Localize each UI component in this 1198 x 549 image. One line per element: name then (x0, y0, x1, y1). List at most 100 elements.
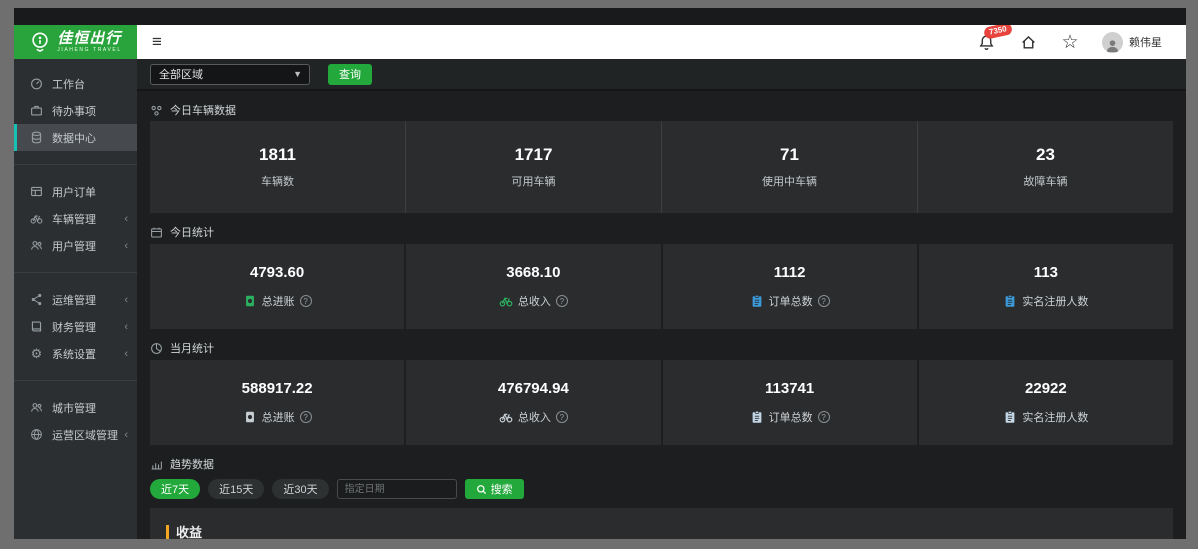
notification-badge: 7350 (983, 25, 1013, 40)
card-label: 订单总数 (768, 296, 813, 308)
help-icon[interactable]: ? (299, 411, 312, 423)
card-value: 113 (1033, 264, 1058, 281)
clipboard-icon (750, 294, 764, 308)
sidebar-item-finance-mgmt[interactable]: 财务管理 ‹ (14, 313, 137, 340)
range-button-30d[interactable]: 近30天 (272, 479, 329, 499)
sidebar-item-workbench[interactable]: 工作台 (14, 70, 137, 97)
help-icon[interactable]: ? (817, 411, 830, 423)
book-icon (30, 320, 43, 333)
gear-icon: ⚙ (30, 345, 43, 361)
sidebar: 工作台 待办事项 数据中心 用户订单 车辆管理 ‹ 用户管理 ‹ 运维管理 ‹ … (14, 59, 137, 539)
nodes-icon (150, 104, 163, 117)
bicycle-icon (499, 410, 513, 424)
home-button[interactable] (1018, 32, 1038, 52)
stat-card-month-registered: 22922 实名注册人数 (918, 360, 1173, 445)
notifications-button[interactable]: 7350 (976, 25, 1013, 52)
stat-value: 23 (1036, 145, 1055, 164)
help-icon[interactable]: ? (817, 295, 830, 307)
section-title: 今日统计 (170, 227, 214, 239)
dashboard-content: 今日车辆数据 1811 车辆数 1717 可用车辆 71 使用中车辆 23 故障… (137, 100, 1186, 539)
sidebar-item-data-center[interactable]: 数据中心 (14, 124, 137, 151)
trend-chart-icon (150, 458, 163, 471)
favorites-button[interactable]: ☆ (1060, 32, 1080, 52)
person-icon (1106, 39, 1119, 52)
region-select[interactable]: 全部区域 ▼ (150, 63, 310, 85)
sidebar-item-region-mgmt[interactable]: 运营区域管理 ‹ (14, 421, 137, 448)
briefcase-icon (30, 104, 43, 117)
chevron-left-icon: ‹ (124, 428, 128, 441)
username: 赖伟星 (1129, 37, 1162, 49)
sidebar-item-label: 运维管理 (52, 294, 96, 307)
card-label: 总收入 (517, 412, 551, 424)
section-title: 今日车辆数据 (170, 105, 236, 117)
table-icon (30, 185, 43, 198)
card-value: 1112 (773, 264, 806, 281)
stat-vehicle-in-use: 71 使用中车辆 (662, 121, 918, 213)
browser-window: 佳恒出行 JIAHENG TRAVEL ≡ 7350 ☆ 赖伟星 工作台 待办事… (0, 0, 1198, 549)
brand-subtitle: JIAHENG TRAVEL (57, 47, 122, 53)
topbar: 佳恒出行 JIAHENG TRAVEL ≡ 7350 ☆ 赖伟星 (14, 25, 1186, 59)
query-button[interactable]: 查询 (328, 63, 372, 85)
card-value: 113741 (765, 380, 815, 397)
sidebar-item-user-orders[interactable]: 用户订单 (14, 178, 137, 205)
earnings-title-row: 收益 (166, 522, 1157, 539)
date-input[interactable] (336, 479, 457, 499)
main-content: 全部区域 ▼ 查询 今日车辆数据 1811 车辆数 1717 可用车辆 71 使… (137, 59, 1186, 539)
earnings-title: 收益 (176, 525, 203, 539)
sidebar-item-label: 财务管理 (52, 321, 96, 334)
stat-label: 使用中车辆 (762, 176, 817, 188)
sidebar-item-todo[interactable]: 待办事项 (14, 97, 137, 124)
search-button[interactable]: 搜索 (464, 479, 524, 499)
sidebar-item-label: 城市管理 (52, 402, 96, 415)
sidebar-item-label: 数据中心 (52, 132, 96, 145)
section-title: 当月统计 (170, 343, 214, 355)
sidebar-item-system-settings[interactable]: ⚙ 系统设置 ‹ (14, 340, 137, 367)
sidebar-item-label: 用户订单 (52, 186, 96, 199)
stat-card-today-income: 4793.60 总进账 ? (150, 244, 405, 329)
brand-logo[interactable]: 佳恒出行 JIAHENG TRAVEL (14, 25, 137, 59)
range-button-15d[interactable]: 近15天 (208, 479, 265, 499)
card-label: 实名注册人数 (1022, 412, 1089, 424)
search-icon (476, 484, 486, 494)
card-value: 3668.10 (506, 264, 561, 281)
section-header-vehicles-today: 今日车辆数据 (150, 100, 1173, 120)
card-value: 588917.22 (241, 380, 313, 397)
sidebar-toggle-icon[interactable]: ≡ (137, 25, 177, 59)
database-icon (30, 131, 43, 144)
sidebar-item-label: 系统设置 (52, 348, 96, 361)
stat-vehicle-available: 1717 可用车辆 (406, 121, 662, 213)
app-root: 佳恒出行 JIAHENG TRAVEL ≡ 7350 ☆ 赖伟星 工作台 待办事… (14, 25, 1186, 539)
earnings-panel: 收益 总收益 骑行收益 (150, 508, 1173, 539)
brand-title: 佳恒出行 (57, 30, 122, 47)
chevron-left-icon: ‹ (124, 212, 128, 225)
home-icon (1021, 35, 1035, 49)
user-menu[interactable]: 赖伟星 (1102, 31, 1162, 53)
sidebar-item-label: 工作台 (52, 78, 85, 91)
stat-card-today-revenue: 3668.10 总收入 ? (406, 244, 661, 329)
card-label: 订单总数 (768, 412, 813, 424)
calendar-icon (150, 226, 163, 239)
sidebar-item-city-mgmt[interactable]: 城市管理 (14, 394, 137, 421)
help-icon[interactable]: ? (299, 295, 312, 307)
vehicles-today-panel: 1811 车辆数 1717 可用车辆 71 使用中车辆 23 故障车辆 (150, 121, 1173, 213)
sidebar-item-user-mgmt[interactable]: 用户管理 ‹ (14, 232, 137, 259)
trend-controls: 近7天 近15天 近30天 搜索 (150, 479, 1173, 499)
sidebar-item-label: 用户管理 (52, 240, 96, 253)
help-icon[interactable]: ? (555, 295, 568, 307)
region-select-value: 全部区域 (159, 69, 203, 81)
section-title: 趋势数据 (170, 459, 214, 471)
sidebar-item-vehicle-mgmt[interactable]: 车辆管理 ‹ (14, 205, 137, 232)
share-nodes-icon (30, 293, 43, 306)
sidebar-item-ops-mgmt[interactable]: 运维管理 ‹ (14, 286, 137, 313)
stat-label: 可用车辆 (511, 176, 556, 188)
sidebar-item-label: 车辆管理 (52, 213, 96, 226)
filter-bar: 全部区域 ▼ 查询 (137, 59, 1186, 91)
clipboard-icon (1003, 410, 1017, 424)
stat-card-today-orders: 1112 订单总数 ? (662, 244, 917, 329)
stat-value: 1811 (259, 145, 296, 164)
help-icon[interactable]: ? (555, 411, 568, 423)
range-button-7d[interactable]: 近7天 (150, 479, 201, 499)
card-label: 总进账 (261, 296, 295, 308)
pie-chart-icon (150, 342, 163, 355)
stat-label: 车辆数 (261, 176, 294, 188)
